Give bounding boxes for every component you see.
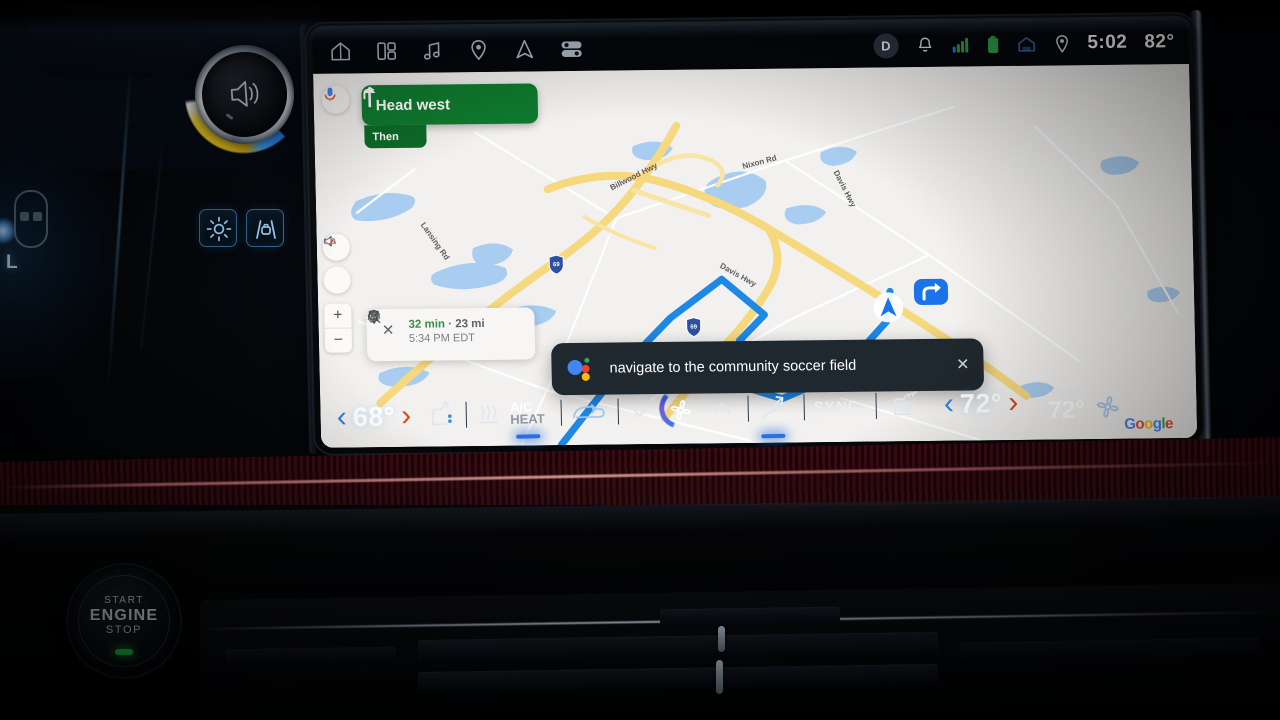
trip-duration: 32 min: [408, 318, 446, 331]
turn-right-badge: [913, 278, 949, 306]
navigation-instruction-card: Head west Then: [361, 83, 539, 149]
driver-seat-climate-icon[interactable]: [425, 400, 458, 431]
location-pin-icon[interactable]: [1053, 34, 1070, 53]
passenger-temp-increase[interactable]: ›: [1008, 386, 1019, 419]
apps-icon[interactable]: [374, 39, 399, 63]
trip-text-block: 32 min · 23 mi 5:34 PM EDT: [408, 317, 485, 346]
heat-label: HEAT: [510, 411, 545, 427]
climate-divider: [617, 398, 619, 425]
recirculation-icon[interactable]: [570, 399, 609, 426]
home-icon[interactable]: [328, 39, 353, 63]
mirror-control-icon[interactable]: [14, 190, 48, 260]
settings-toggle-icon[interactable]: [558, 37, 585, 61]
trip-separator: ·: [444, 318, 456, 331]
climate-divider: [560, 399, 562, 426]
rear-climate-readout: Rear 72°: [1048, 384, 1086, 425]
brightness-button[interactable]: [199, 209, 237, 247]
fan-speed-icon[interactable]: [658, 386, 701, 430]
primary-maneuver: Head west: [361, 83, 539, 126]
rear-temp-value: 72°: [1048, 396, 1086, 425]
assistant-mic-icon[interactable]: [321, 85, 350, 114]
ac-heat-button[interactable]: A/C HEAT: [510, 399, 545, 439]
vent-slot[interactable]: [659, 606, 841, 628]
start-button-label: START ENGINE STOP: [68, 593, 180, 638]
vent-adjust-knob[interactable]: [716, 660, 723, 694]
door-side-label: L: [6, 252, 19, 273]
gear-indicator: D: [873, 32, 899, 59]
app-shortcut-row: [328, 37, 585, 64]
battery-icon: [986, 35, 999, 54]
sync-label: SYNC: [813, 397, 861, 416]
trip-action-row: [367, 309, 525, 356]
rear-climate-control[interactable]: Rear 72°: [1048, 379, 1123, 425]
driver-temp-decrease[interactable]: ‹: [336, 400, 347, 433]
secondary-maneuver: Then: [363, 86, 427, 149]
clock: 5:02: [1087, 31, 1128, 54]
vent-slot[interactable]: [225, 646, 397, 666]
map-control-rail: + −: [322, 233, 353, 353]
passenger-seat-climate-icon[interactable]: [886, 389, 923, 422]
passenger-temp-value: 72°: [959, 387, 1003, 419]
lane-keep-icon: [256, 220, 276, 239]
signal-icon: [951, 35, 969, 53]
climate-divider: [747, 395, 749, 422]
airflow-direction-icon[interactable]: [757, 393, 788, 439]
start-label-line2: ENGINE: [89, 607, 159, 624]
start-label-line3: STOP: [105, 624, 143, 636]
driver-temp-value: 68°: [352, 400, 396, 432]
start-label-line1: START: [104, 595, 144, 606]
vent-adjust-knob[interactable]: [718, 626, 725, 652]
trip-distance: 23 mi: [455, 317, 485, 331]
speed-alert-icon[interactable]: [323, 237, 351, 294]
start-button-led: [115, 649, 133, 655]
fan-up-icon[interactable]: [709, 399, 733, 420]
maps-pin-icon[interactable]: [466, 38, 491, 62]
bell-icon[interactable]: [915, 35, 934, 54]
driver-temp-control[interactable]: ‹ 68° ›: [336, 399, 412, 434]
climate-divider: [803, 394, 805, 421]
zoom-in-button[interactable]: +: [324, 303, 352, 327]
driver-temp-increase[interactable]: ›: [401, 399, 412, 432]
then-label: Then: [372, 130, 399, 143]
seat-heat-icon[interactable]: [476, 400, 501, 429]
trip-info-card: ✕ 32 min · 23 mi 5:34 PM EDT: [366, 307, 536, 362]
status-indicator-row: D 5:02 82°: [873, 30, 1175, 59]
ac-heat-labels: A/C HEAT: [510, 399, 545, 427]
climate-divider: [465, 401, 468, 428]
svg-text:69: 69: [553, 262, 560, 268]
start-engine-button[interactable]: START ENGINE STOP: [68, 565, 180, 677]
garage-home-icon[interactable]: [1016, 35, 1036, 53]
volume-knob[interactable]: [171, 23, 317, 165]
lane-assist-button[interactable]: [246, 209, 284, 247]
trip-arrival-time: 5:34 PM EDT: [408, 332, 476, 345]
navigation-arrow-icon[interactable]: [512, 37, 537, 61]
sync-button[interactable]: SYNC: [813, 398, 860, 416]
music-icon[interactable]: [420, 38, 445, 62]
mirror-switch-left: [20, 212, 29, 221]
outside-temperature: 82°: [1144, 31, 1175, 53]
climate-divider: [875, 392, 878, 419]
zoom-out-button[interactable]: −: [325, 328, 353, 352]
sun-icon: [206, 216, 232, 242]
trip-duration-distance: 32 min · 23 mi: [408, 317, 484, 332]
zoom-controls: + −: [324, 303, 353, 353]
instruction-text: Head west: [375, 95, 451, 114]
airflow-active-indicator: [761, 433, 786, 439]
ac-active-indicator: [515, 434, 540, 439]
fan-down-icon[interactable]: [627, 401, 651, 422]
trip-summary-row: ✕ 32 min · 23 mi 5:34 PM EDT: [376, 317, 525, 347]
fan-icon: [1096, 395, 1119, 418]
passenger-temp-decrease[interactable]: ‹: [944, 387, 955, 420]
speaker-icon: [230, 80, 259, 107]
turn-right-arrow-icon: [363, 86, 375, 100]
mirror-switch-right: [33, 212, 42, 221]
infotainment-screenshot: L D 5:02 82° Billwood Hwy Nixon Rd Davis…: [0, 0, 1280, 720]
svg-text:69: 69: [690, 325, 697, 331]
passenger-temp-control[interactable]: ‹ 72° ›: [944, 386, 1019, 421]
